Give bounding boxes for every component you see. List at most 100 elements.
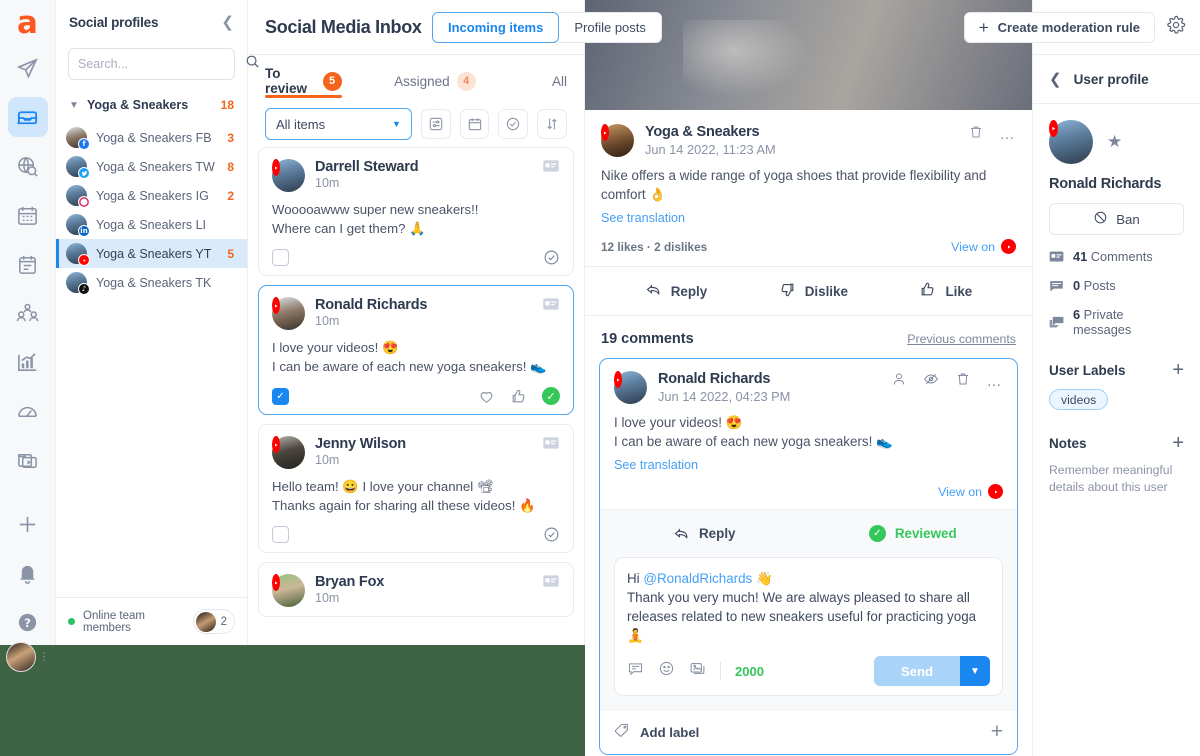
tab-assigned[interactable]: Assigned 4	[394, 55, 476, 101]
create-moderation-rule-button[interactable]: + Create moderation rule	[963, 12, 1155, 43]
calendar-icon[interactable]	[8, 195, 48, 235]
tab-profile-posts[interactable]: Profile posts	[559, 12, 662, 43]
chevron-down-icon[interactable]: ▼	[392, 119, 401, 129]
favorite-star-icon[interactable]: ★	[1107, 132, 1122, 152]
sliders-icon[interactable]	[420, 109, 451, 139]
more-options-icon[interactable]: …	[1000, 127, 1017, 142]
check-circle-icon[interactable]	[498, 109, 529, 139]
view-on-link[interactable]: View on	[938, 484, 1003, 499]
stat-private-messages: 6 Private messages	[1049, 307, 1184, 337]
header-tabs: Incoming items Profile posts	[432, 12, 662, 43]
comment-reply-button[interactable]: Reply	[600, 525, 809, 542]
comment-type-icon	[542, 297, 560, 316]
dislike-button[interactable]: Dislike	[779, 281, 848, 301]
profile-group-row[interactable]: ▼ Yoga & Sneakers 18	[56, 87, 247, 123]
view-on-link[interactable]: View on	[951, 239, 1016, 254]
thumbs-up-icon[interactable]	[510, 388, 527, 405]
delete-icon[interactable]	[955, 371, 971, 392]
items-filter-select[interactable]: All items ▼	[265, 108, 412, 140]
tab-all[interactable]: All	[552, 55, 567, 101]
see-translation-link[interactable]: See translation	[601, 211, 685, 225]
inbox-card-ronald-richards[interactable]: Ronald Richards 10m I love your videos! …	[258, 285, 574, 415]
card-checkbox[interactable]: ✓	[272, 387, 289, 405]
tag-icon	[614, 722, 630, 743]
gear-icon[interactable]	[1166, 15, 1186, 40]
search-input[interactable]	[78, 57, 239, 71]
send-button[interactable]: Send	[874, 656, 960, 686]
comment-text-line2: I can be aware of each new yoga sneakers…	[614, 434, 893, 449]
add-label-plus-icon[interactable]: +	[991, 721, 1003, 742]
current-user-avatar-group[interactable]: ⋮	[5, 642, 50, 672]
send-options-chevron-down-icon[interactable]: ▼	[960, 656, 990, 686]
user-label-chip[interactable]: videos	[1049, 389, 1109, 410]
chevron-down-icon[interactable]: ▼	[69, 100, 79, 111]
card-checkbox[interactable]	[272, 249, 289, 266]
like-button[interactable]: Like	[919, 281, 972, 301]
more-options-icon[interactable]: …	[987, 374, 1004, 389]
comment-reviewed-button[interactable]: ✓ Reviewed	[809, 525, 1018, 542]
inbox-card-bryan-fox[interactable]: Bryan Fox 10m	[258, 562, 574, 617]
heart-icon[interactable]	[478, 388, 495, 405]
see-translation-link[interactable]: See translation	[614, 458, 698, 472]
team-icon[interactable]	[8, 293, 48, 333]
avatar	[66, 185, 90, 208]
view-on-label: View on	[951, 239, 995, 254]
comment-type-icon	[542, 159, 560, 178]
reviewed-icon[interactable]: ✓	[542, 387, 560, 405]
bell-icon[interactable]	[8, 553, 48, 593]
tab-incoming-items[interactable]: Incoming items	[432, 12, 560, 43]
app-logo[interactable]: a	[8, 8, 48, 39]
mark-reviewed-icon[interactable]	[543, 526, 560, 543]
reply-button[interactable]: Reply	[645, 281, 707, 301]
collapse-panel-icon[interactable]: ❮	[221, 13, 234, 31]
reply-text[interactable]: Hi @RonaldRichards 👋 Thank you very much…	[627, 569, 990, 645]
previous-comments-link[interactable]: Previous comments	[907, 332, 1016, 346]
profiles-search[interactable]	[68, 48, 259, 80]
more-options-icon[interactable]: ⋮	[39, 652, 50, 663]
avatar	[1049, 120, 1093, 164]
delete-icon[interactable]	[968, 124, 984, 145]
saved-reply-icon[interactable]	[627, 660, 644, 682]
profile-item-tw[interactable]: Yoga & Sneakers TW 8	[56, 152, 247, 181]
comment-view-row: View on	[614, 484, 1003, 499]
add-note-plus-icon[interactable]: +	[1172, 433, 1184, 453]
image-icon[interactable]	[689, 660, 706, 682]
profile-item-ig[interactable]: Yoga & Sneakers IG 2	[56, 181, 247, 210]
help-icon[interactable]: ?	[8, 602, 48, 642]
notes-icon[interactable]	[8, 244, 48, 284]
team-members-pill[interactable]: 2	[192, 609, 235, 634]
card-checkbox[interactable]	[272, 526, 289, 543]
reply-editor[interactable]: Hi @RonaldRichards 👋 Thank you very much…	[614, 557, 1003, 696]
ban-button[interactable]: Ban	[1049, 203, 1184, 235]
emoji-icon[interactable]	[658, 660, 675, 682]
tab-badge: 4	[456, 71, 476, 91]
globe-search-icon[interactable]	[8, 146, 48, 186]
youtube-icon	[272, 574, 280, 591]
media-library-icon[interactable]	[8, 440, 48, 480]
inbox-icon[interactable]	[7, 97, 48, 137]
sort-icon[interactable]	[537, 109, 567, 139]
avatar[interactable]	[5, 642, 36, 672]
add-user-label-plus-icon[interactable]: +	[1172, 360, 1184, 380]
reply-label: Reply	[670, 283, 708, 299]
inbox-card-darrell-steward[interactable]: Darrell Steward 10m Wooooawww super new …	[258, 147, 574, 276]
profile-item-yt[interactable]: Yoga & Sneakers YT 5	[56, 239, 247, 268]
speedometer-icon[interactable]	[8, 391, 48, 431]
back-chevron-left-icon[interactable]: ❮	[1049, 70, 1062, 88]
inbox-card-jenny-wilson[interactable]: Jenny Wilson 10m Hello team! 😀 I love yo…	[258, 424, 574, 553]
user-icon[interactable]	[891, 371, 907, 392]
analytics-icon[interactable]	[8, 342, 48, 382]
create-moderation-rule-label: Create moderation rule	[997, 20, 1140, 35]
team-members-count: 2	[220, 615, 227, 628]
plus-icon[interactable]	[8, 504, 48, 544]
tab-to-review[interactable]: To review 5	[265, 55, 342, 101]
profile-item-fb[interactable]: f Yoga & Sneakers FB 3	[56, 123, 247, 152]
add-label-row[interactable]: Add label +	[600, 709, 1017, 754]
send-icon[interactable]	[8, 48, 48, 88]
profile-item-li[interactable]: in Yoga & Sneakers LI	[56, 210, 247, 239]
search-icon[interactable]	[245, 54, 260, 74]
hide-icon[interactable]	[923, 371, 939, 392]
calendar-icon[interactable]	[459, 109, 490, 139]
mark-reviewed-icon[interactable]	[543, 249, 560, 266]
profile-item-tk[interactable]: ♪ Yoga & Sneakers TK	[56, 268, 247, 297]
